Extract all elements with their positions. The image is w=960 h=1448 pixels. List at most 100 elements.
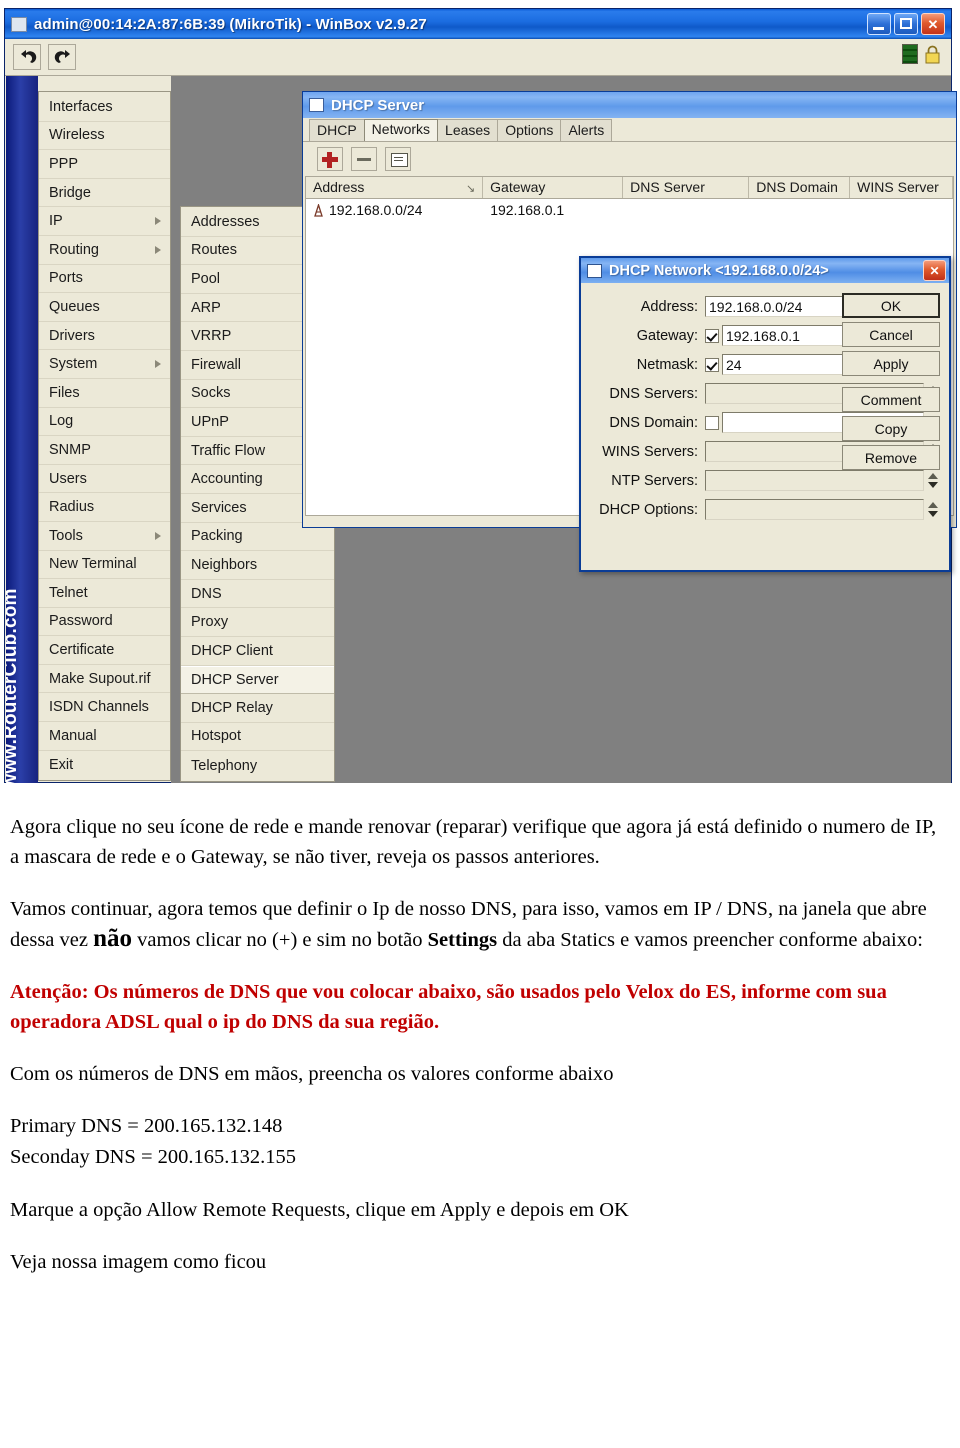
- column-header-gateway[interactable]: Gateway: [483, 177, 624, 198]
- sidebar-item-label: PPP: [49, 155, 79, 172]
- input-dhcp-options[interactable]: [705, 499, 924, 520]
- tab-alerts[interactable]: Alerts: [560, 119, 613, 141]
- sidebar-item-label: Interfaces: [49, 98, 113, 115]
- sidebar-item-ip[interactable]: IP: [39, 207, 170, 236]
- dns-secondary: Seconday DNS = 200.165.132.155: [10, 1146, 297, 1168]
- ip-submenu-item-label: Routes: [191, 242, 237, 259]
- maximize-button[interactable]: [894, 13, 918, 35]
- minimize-button[interactable]: [867, 13, 891, 35]
- sidebar-item-queues[interactable]: Queues: [39, 293, 170, 322]
- ip-submenu-item-label: Accounting: [191, 471, 263, 488]
- ip-submenu-item-label: Neighbors: [191, 556, 258, 573]
- ip-submenu-item-label: Addresses: [191, 213, 260, 230]
- sidebar-item-ppp[interactable]: PPP: [39, 150, 170, 179]
- tab-leases[interactable]: Leases: [437, 119, 499, 141]
- ip-submenu-item-label: Telephony: [191, 757, 258, 774]
- sidebar-item-tools[interactable]: Tools: [39, 522, 170, 551]
- ip-submenu-item-label: DNS: [191, 585, 222, 602]
- button-label: Remove: [864, 449, 918, 466]
- p2-part-c: da aba Statics e vamos preencher conform…: [497, 929, 923, 951]
- input-value: 24: [726, 356, 742, 373]
- sidebar-item-bridge[interactable]: Bridge: [39, 179, 170, 208]
- ip-submenu-item-proxy[interactable]: Proxy: [181, 608, 334, 637]
- cell-address: 192.168.0.0/24: [306, 202, 483, 218]
- ip-submenu-item-dhcp-client[interactable]: DHCP Client: [181, 637, 334, 666]
- copy-button[interactable]: Copy: [842, 416, 940, 441]
- chevron-down-icon: [928, 482, 938, 488]
- spinner-dhcp-options[interactable]: [926, 499, 941, 520]
- sidebar-item-ports[interactable]: Ports: [39, 265, 170, 294]
- ip-submenu-item-hotspot[interactable]: Hotspot: [181, 723, 334, 752]
- ip-submenu-item-label: DHCP Relay: [191, 699, 273, 716]
- sidebar-item-label: Make Supout.rif: [49, 670, 151, 687]
- sidebar-item-interfaces[interactable]: Interfaces: [39, 93, 170, 122]
- ip-submenu-item-label: Pool: [191, 270, 221, 287]
- sidebar-item-system[interactable]: System: [39, 350, 170, 379]
- sidebar-item-password[interactable]: Password: [39, 608, 170, 637]
- remove-button[interactable]: Remove: [842, 445, 940, 470]
- cancel-button[interactable]: Cancel: [842, 322, 940, 347]
- tab-options[interactable]: Options: [497, 119, 562, 141]
- column-header-address[interactable]: Address ↘: [306, 177, 484, 198]
- sidebar-item-new-terminal[interactable]: New Terminal: [39, 551, 170, 580]
- close-button[interactable]: ✕: [921, 13, 945, 35]
- tab-networks[interactable]: Networks: [363, 119, 439, 141]
- sidebar-item-label: Log: [49, 413, 74, 430]
- sidebar-item-exit[interactable]: Exit: [39, 751, 170, 780]
- field-label-dns-servers: DNS Servers:: [609, 385, 698, 402]
- table-row[interactable]: 192.168.0.0/24 192.168.0.1: [306, 199, 953, 221]
- ip-submenu-item-dhcp-relay[interactable]: DHCP Relay: [181, 694, 334, 723]
- ip-submenu-item-dhcp-server[interactable]: DHCP Server: [181, 665, 334, 695]
- checkbox-netmask[interactable]: [705, 357, 719, 372]
- button-label: Cancel: [869, 326, 913, 343]
- button-label: Copy: [874, 420, 908, 437]
- checkbox-dns-domain[interactable]: [705, 415, 719, 430]
- sidebar-item-isdn-channels[interactable]: ISDN Channels: [39, 693, 170, 723]
- sidebar-item-files[interactable]: Files: [39, 379, 170, 408]
- sidebar-item-make-supout-rif[interactable]: Make Supout.rif: [39, 665, 170, 694]
- dhcp-network-dialog: DHCP Network <192.168.0.0/24> ✕ Address:…: [579, 256, 951, 572]
- ok-button[interactable]: OK: [842, 293, 940, 318]
- sidebar-item-label: Users: [49, 470, 87, 487]
- field-label-ntp-servers: NTP Servers:: [611, 472, 698, 489]
- sidebar-item-manual[interactable]: Manual: [39, 722, 170, 751]
- dialog-buttons: OK Cancel Apply Comment Copy Remove: [842, 293, 940, 474]
- ip-submenu-item-dns[interactable]: DNS: [181, 580, 334, 609]
- sidebar-item-certificate[interactable]: Certificate: [39, 636, 170, 665]
- sidebar-item-routing[interactable]: Routing: [39, 236, 170, 265]
- add-button[interactable]: [317, 147, 343, 171]
- tab-dhcp[interactable]: DHCP: [309, 119, 365, 141]
- comment-button[interactable]: Comment: [842, 387, 940, 412]
- sidebar-item-label: IP: [49, 213, 63, 230]
- sidebar-item-label: Exit: [49, 756, 74, 773]
- sidebar-item-label: Drivers: [49, 327, 95, 344]
- sidebar-item-label: Telnet: [49, 584, 88, 601]
- sidebar-item-log[interactable]: Log: [39, 408, 170, 437]
- sidebar-item-telnet[interactable]: Telnet: [39, 579, 170, 608]
- checkbox-gateway[interactable]: [705, 328, 719, 343]
- apply-button[interactable]: Apply: [842, 351, 940, 376]
- remove-button[interactable]: [351, 147, 377, 171]
- undo-button[interactable]: [13, 44, 41, 70]
- column-header-dns-domain[interactable]: DNS Domain: [749, 177, 851, 198]
- sidebar-item-wireless[interactable]: Wireless: [39, 122, 170, 151]
- ip-submenu-item-label: Services: [191, 499, 247, 516]
- sidebar-item-label: Routing: [49, 241, 99, 258]
- column-header-wins-server[interactable]: WINS Server: [850, 177, 953, 198]
- undo-icon: [21, 50, 37, 63]
- sidebar-item-radius[interactable]: Radius: [39, 493, 170, 522]
- ip-submenu-item-neighbors[interactable]: Neighbors: [181, 551, 334, 580]
- sidebar-item-label: System: [49, 356, 98, 373]
- sidebar-item-users[interactable]: Users: [39, 465, 170, 494]
- sidebar-item-snmp[interactable]: SNMP: [39, 436, 170, 465]
- redo-button[interactable]: [48, 44, 76, 70]
- comment-button[interactable]: [385, 147, 411, 171]
- sidebar-item-drivers[interactable]: Drivers: [39, 322, 170, 351]
- ip-submenu-item-telephony[interactable]: Telephony: [181, 751, 334, 780]
- dialog-close-button[interactable]: ✕: [923, 260, 946, 281]
- column-header-dns-server[interactable]: DNS Server: [623, 177, 750, 198]
- submenu-arrow-icon: [155, 360, 161, 369]
- cell-gateway: 192.168.0.1: [483, 202, 623, 218]
- tutorial-text: Agora clique no seu ícone de rede e mand…: [0, 812, 960, 1277]
- network-tower-icon: [313, 202, 324, 217]
